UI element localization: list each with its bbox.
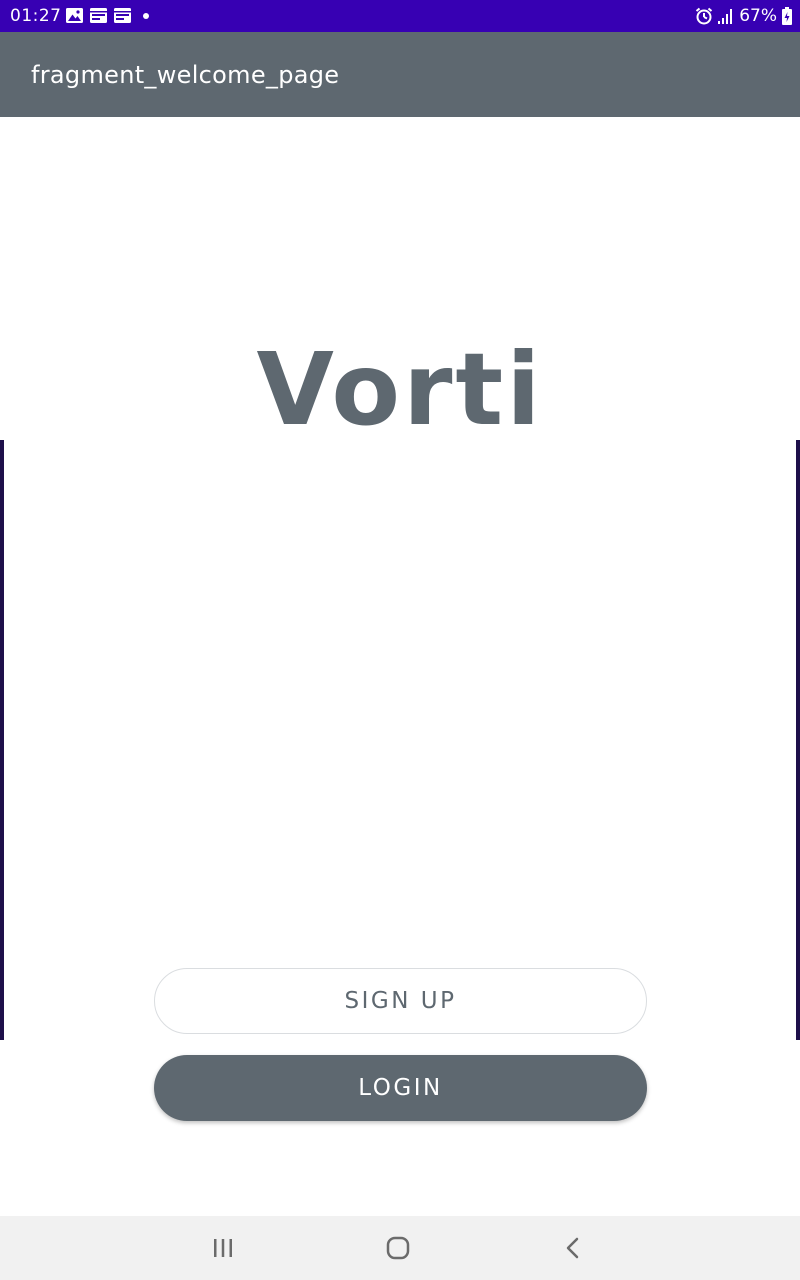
app-bar: fragment_welcome_page (0, 32, 800, 117)
signup-button[interactable]: SIGN UP (154, 968, 647, 1034)
home-button[interactable] (378, 1228, 418, 1268)
home-icon (386, 1236, 410, 1260)
app-bar-title: fragment_welcome_page (31, 61, 340, 89)
alarm-icon (696, 7, 713, 25)
calendar-icon (90, 8, 107, 23)
status-bar: 01:27 67% (0, 0, 800, 32)
welcome-screen: 01:27 67% fragment_welcome_page Vorti SI… (0, 0, 800, 1280)
login-button[interactable]: LOGIN (154, 1055, 647, 1121)
left-edge-indicator (0, 440, 4, 1040)
login-button-label: LOGIN (358, 1075, 443, 1101)
signal-icon (718, 9, 733, 24)
gallery-icon (66, 8, 83, 23)
battery-icon (782, 7, 792, 25)
recents-icon (214, 1239, 232, 1257)
battery-percent: 67% (739, 6, 777, 26)
back-button[interactable] (553, 1228, 593, 1268)
brand-title: Vorti (256, 331, 544, 448)
status-time: 01:27 (10, 6, 62, 26)
right-edge-indicator (796, 440, 800, 1040)
status-right-group: 67% (695, 6, 792, 26)
back-icon (566, 1237, 579, 1259)
calendar-icon (114, 8, 131, 23)
navigation-bar (0, 1216, 800, 1280)
signup-button-label: SIGN UP (344, 988, 457, 1014)
recents-button[interactable] (203, 1228, 243, 1268)
notification-dot-icon (143, 13, 149, 19)
